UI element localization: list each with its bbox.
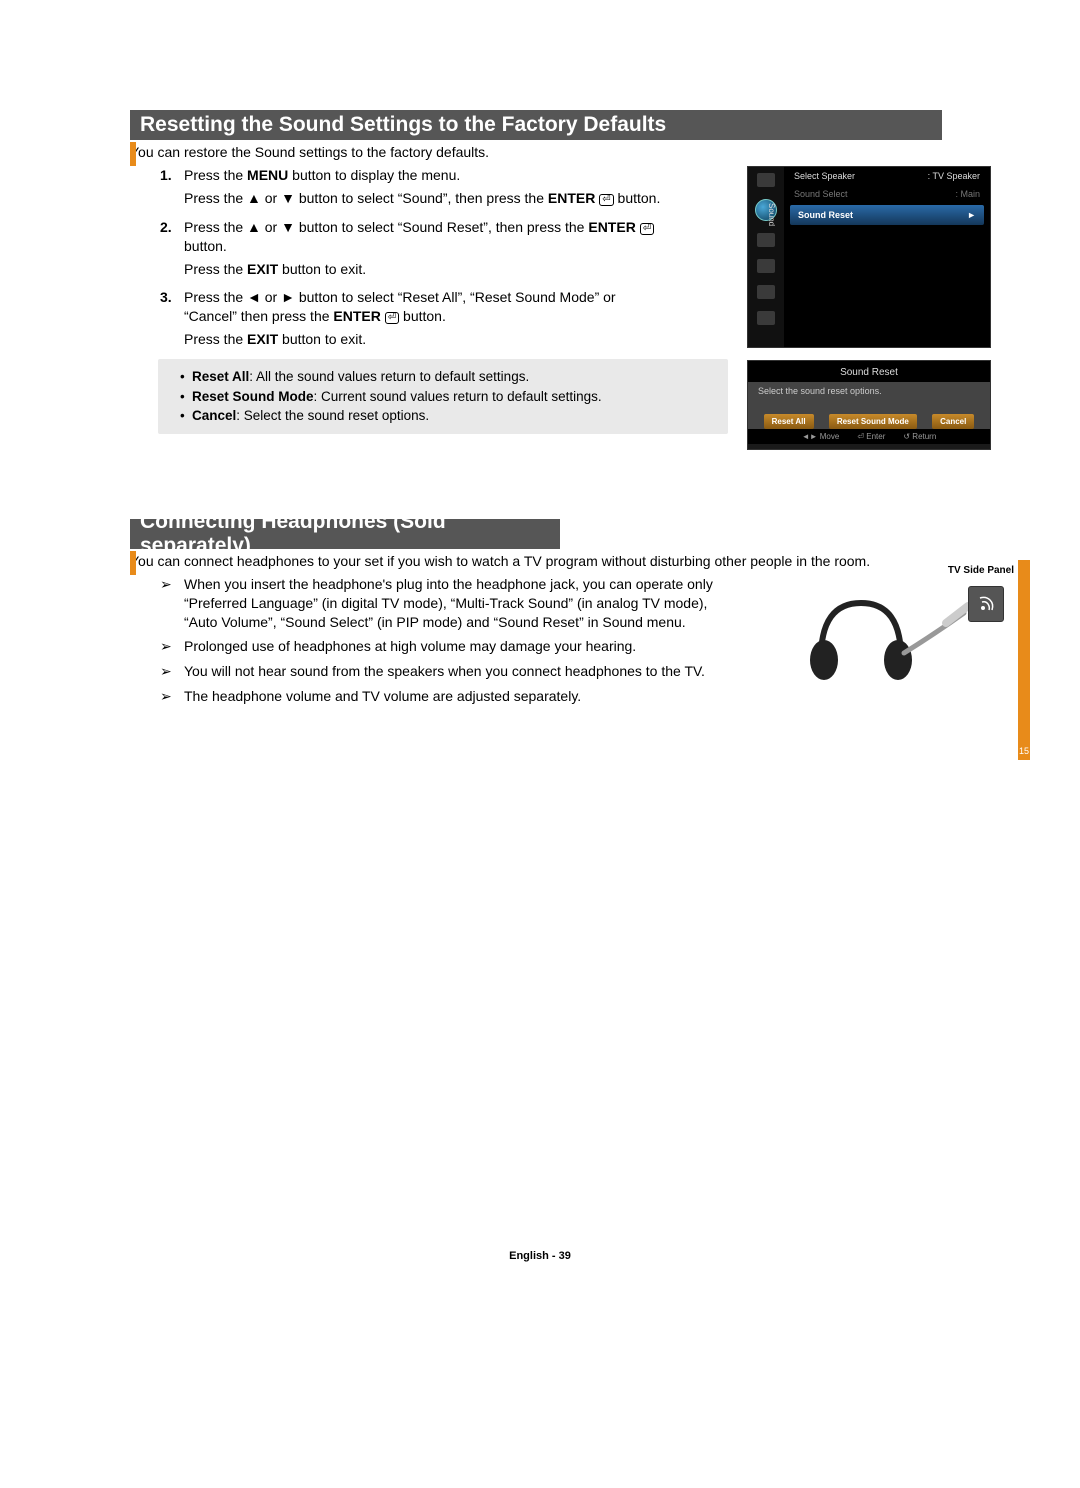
step-3-line2: Press the EXIT button to exit. — [184, 330, 670, 349]
headphone-figure — [786, 578, 1004, 688]
osd-sidebar-icon — [757, 311, 775, 325]
step-1-num: 1. — [160, 166, 184, 212]
arrow-list: ➢When you insert the headphone's plug in… — [160, 575, 720, 706]
step-3: 3. Press the ◄ or ► button to select “Re… — [160, 288, 670, 353]
osd-row-sound-reset-highlighted: Sound Reset► — [790, 205, 984, 225]
step-3-line1: Press the ◄ or ► button to select “Reset… — [184, 288, 670, 326]
section-heading-1: Resetting the Sound Settings to the Fact… — [130, 110, 1020, 140]
osd-sidebar-icon — [757, 233, 775, 247]
headphone-jack-icon — [968, 586, 1004, 622]
enter-icon: ⏎ — [599, 194, 613, 206]
step-2-num: 2. — [160, 218, 184, 283]
osd-sidebar-icon — [757, 259, 775, 273]
steps-list: 1. Press the MENU button to display the … — [160, 166, 670, 353]
step-2: 2. Press the ▲ or ▼ button to select “So… — [160, 218, 670, 283]
step-1-line1: Press the MENU button to display the men… — [184, 166, 670, 185]
step-2-line1: Press the ▲ or ▼ button to select “Sound… — [184, 218, 670, 256]
heading-text-2: Connecting Headphones (Sold separately) — [130, 519, 560, 549]
osd-menu-screenshot: Sound Select Speaker: TV Speaker Sound S… — [747, 166, 991, 348]
osd-btn-reset-sound-mode: Reset Sound Mode — [829, 414, 917, 429]
note-3: •Cancel: Select the sound reset options. — [180, 406, 716, 426]
osd-dialog-screenshot: Sound Reset Select the sound reset optio… — [747, 360, 991, 450]
arrow-item-2: ➢Prolonged use of headphones at high vol… — [160, 637, 720, 656]
section1-intro: You can restore the Sound settings to th… — [130, 144, 1020, 160]
osd-dialog-subtitle: Select the sound reset options. — [748, 382, 990, 410]
osd-dialog-footer: ◄► Move⏎ Enter↺ Return — [748, 429, 990, 444]
note-1: •Reset All: All the sound values return … — [180, 367, 716, 387]
osd-sidebar-icon — [757, 173, 775, 187]
tv-side-panel-label: TV Side Panel — [948, 565, 1014, 576]
osd-sidebar — [748, 167, 784, 347]
step-2-line2: Press the EXIT button to exit. — [184, 260, 670, 279]
note-box: •Reset All: All the sound values return … — [158, 359, 728, 434]
osd-row-sound-select: Sound Select: Main — [784, 185, 990, 203]
arrow-item-1: ➢When you insert the headphone's plug in… — [160, 575, 720, 632]
step-1: 1. Press the MENU button to display the … — [160, 166, 670, 212]
osd-btn-cancel: Cancel — [932, 414, 974, 429]
enter-icon: ⏎ — [385, 312, 399, 324]
arrow-item-3: ➢You will not hear sound from the speake… — [160, 662, 720, 681]
note-2: •Reset Sound Mode: Current sound values … — [180, 387, 716, 407]
step-3-num: 3. — [160, 288, 184, 353]
osd-sidebar-icon — [757, 285, 775, 299]
heading-accent-1 — [130, 142, 136, 166]
heading-accent-2 — [130, 551, 136, 575]
section-heading-2: Connecting Headphones (Sold separately) — [130, 519, 1020, 549]
osd-btn-reset-all: Reset All — [764, 414, 814, 429]
osd-dialog-title: Sound Reset — [748, 361, 990, 382]
step-1-line2: Press the ▲ or ▼ button to select “Sound… — [184, 189, 670, 208]
strip-number: 15 — [1019, 746, 1029, 756]
arrow-item-4: ➢The headphone volume and TV volume are … — [160, 687, 720, 706]
osd-row-select-speaker: Select Speaker: TV Speaker — [784, 167, 990, 185]
osd-sidebar-label: Sound — [767, 203, 776, 226]
enter-icon: ⏎ — [640, 223, 654, 235]
page-side-strip: 15 — [1018, 560, 1030, 760]
heading-text-1: Resetting the Sound Settings to the Fact… — [130, 110, 942, 140]
page-footer: English - 39 — [0, 1250, 1080, 1262]
